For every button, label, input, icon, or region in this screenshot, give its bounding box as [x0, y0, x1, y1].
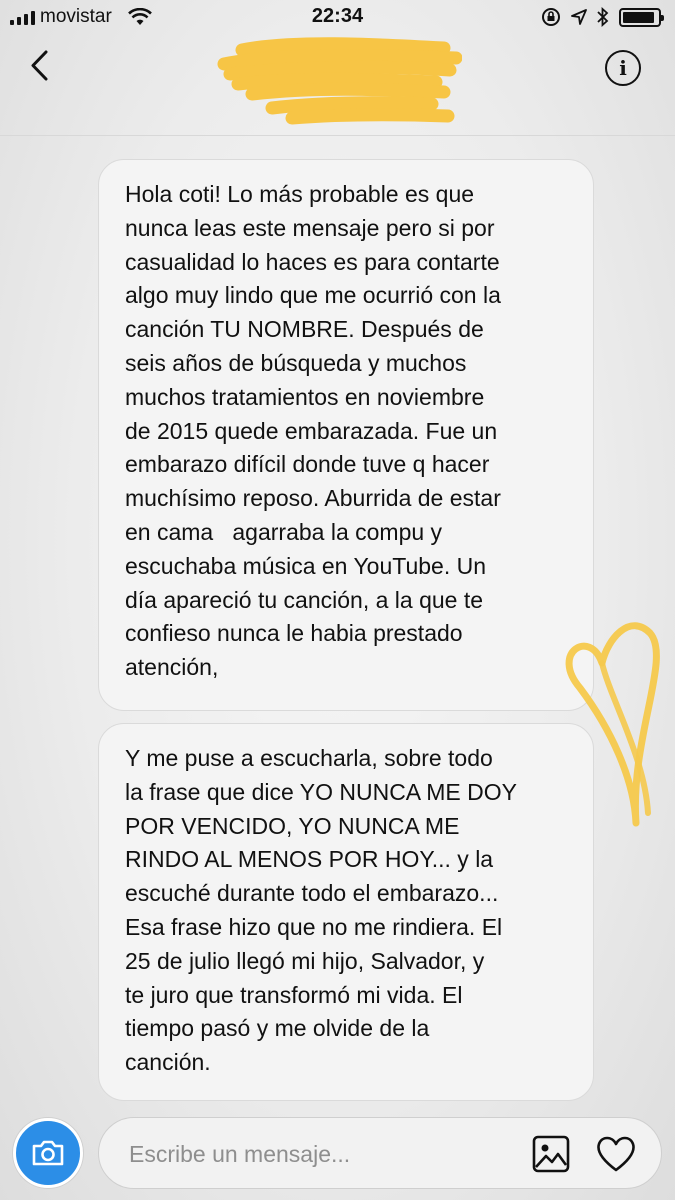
- message-text-line: día apareció tu canción, a la que te: [125, 586, 484, 613]
- message-bubble: Y me puse a escucharla, sobre todo la fra…: [98, 723, 594, 1101]
- message-text-line: atención,: [125, 654, 219, 681]
- bluetooth-icon: [597, 7, 609, 27]
- message-text-line: RINDO AL MENOS POR HOY... y la: [125, 846, 494, 873]
- message-text-line: Hola coti! Lo más probable es que: [125, 181, 475, 207]
- chat-header: i: [0, 36, 675, 136]
- message-text-line: canción.: [125, 1049, 211, 1076]
- redacted-username-scribble: [217, 37, 462, 125]
- message-bubble: Hola coti! Lo más probable es que nunca l…: [98, 159, 594, 711]
- message-text-line: algo muy lindo que me ocurrió con la: [125, 282, 501, 309]
- status-bar: movistar 22:34: [0, 0, 675, 36]
- rotation-lock-icon: [542, 8, 560, 26]
- message-text-line: muchos tratamientos en noviembre: [125, 383, 485, 410]
- heart-doodle-drawing: [565, 622, 660, 827]
- battery-icon: [619, 7, 664, 27]
- message-text-line: nunca leas este mensaje pero si por: [125, 214, 495, 241]
- message-text-line: escuchaba música en YouTube. Un: [125, 552, 487, 579]
- message-text-line: 25 de julio llegó mi hijo, Salvador, y: [125, 947, 485, 974]
- image-icon[interactable]: [531, 1134, 571, 1174]
- message-text-line: Esa frase hizo que no me rindiera. El: [125, 913, 503, 940]
- camera-button[interactable]: [13, 1118, 83, 1188]
- message-text-line: embarazo difícil donde tuve q hacer: [125, 451, 490, 478]
- chevron-left-icon[interactable]: [24, 48, 60, 84]
- heart-icon[interactable]: [595, 1134, 637, 1174]
- message-text-line: casualidad lo haces es para contarte: [125, 248, 500, 275]
- message-text-line: escuché durante todo el embarazo...: [125, 880, 499, 907]
- message-text-line: te juro que transformó mi vida. El: [125, 981, 463, 1008]
- info-icon[interactable]: i: [605, 50, 641, 86]
- message-text-line: la frase que dice YO NUNCA ME DOY: [125, 778, 517, 805]
- camera-icon: [32, 1140, 64, 1166]
- message-text-line: en cama agarraba la compu y: [125, 518, 443, 545]
- message-text-line: tiempo pasó y me olvide de la: [125, 1015, 430, 1042]
- message-text-line: seis años de búsqueda y muchos: [125, 349, 467, 376]
- message-composer: [98, 1117, 662, 1189]
- message-text-line: Y me puse a escucharla, sobre todo: [125, 745, 493, 771]
- info-glyph: i: [619, 56, 627, 80]
- message-input[interactable]: [129, 1138, 509, 1170]
- message-text-line: de 2015 quede embarazada. Fue un: [125, 417, 498, 444]
- message-text-line: confieso nunca le habia prestado: [125, 620, 463, 647]
- message-text-line: canción TU NOMBRE. Después de: [125, 316, 484, 343]
- message-text-line: POR VENCIDO, YO NUNCA ME: [125, 812, 460, 839]
- message-text-line: muchísimo reposo. Aburrida de estar: [125, 485, 501, 512]
- location-icon: [571, 9, 587, 25]
- battery-level: [623, 11, 655, 23]
